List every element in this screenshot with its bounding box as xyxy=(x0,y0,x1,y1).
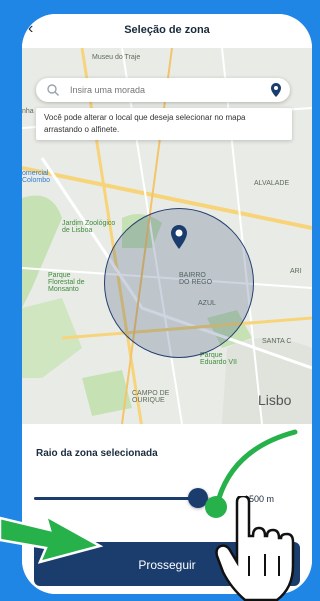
map[interactable]: Museu do Traje nha omercial Colombo ALVA… xyxy=(22,48,312,424)
hand-pointer-icon xyxy=(215,496,295,601)
map-label-ari: ARI xyxy=(290,268,302,275)
radius-label: Raio da zona selecionada xyxy=(36,448,158,459)
map-label-jardim: Jardim Zoológico de Lisboa xyxy=(62,220,116,234)
map-label-parque-eduardo: Parque Eduardo VII xyxy=(200,352,237,366)
page-title: Seleção de zona xyxy=(124,24,210,36)
map-label-alvalade: ALVALADE xyxy=(254,180,290,187)
location-pin-icon[interactable] xyxy=(170,224,188,250)
map-label-lisboa: Lisbo xyxy=(258,392,292,408)
map-label-campo: CAMPO DE OURIQUE xyxy=(132,390,170,404)
header: ‹ Seleção de zona xyxy=(22,14,312,48)
search-icon xyxy=(47,84,59,96)
address-input[interactable] xyxy=(70,81,260,99)
map-pin-icon[interactable] xyxy=(270,82,282,98)
map-label-parque-florestal: Parque Florestal de Monsanto xyxy=(48,272,85,293)
map-label-nha: nha xyxy=(22,108,34,115)
search-bar[interactable] xyxy=(36,78,290,102)
map-label-comercial: omercial Colombo xyxy=(22,170,51,184)
map-label-museu: Museu do Traje xyxy=(92,54,141,61)
green-arrow-icon xyxy=(0,513,104,564)
instruction-tooltip: Você pode alterar o local que deseja sel… xyxy=(36,108,292,140)
map-label-santa: SANTA C xyxy=(262,338,292,345)
